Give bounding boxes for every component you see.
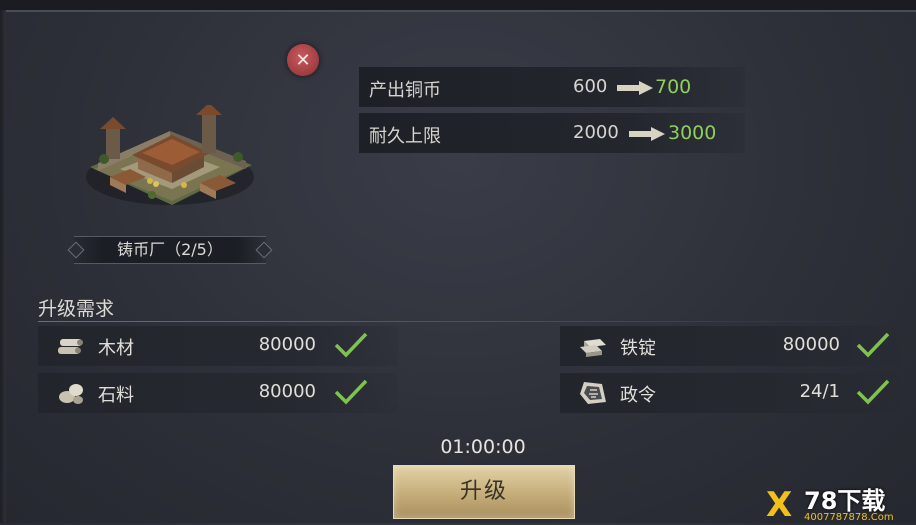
requirement-amount: 80000 — [782, 334, 840, 355]
building-name-label: 铸币厂（2/5） — [74, 236, 266, 264]
mint-building-icon — [86, 105, 254, 205]
divider — [38, 321, 878, 322]
requirement-stone: 石料 80000 — [38, 373, 398, 413]
requirement-amount: 80000 — [258, 334, 316, 355]
watermark-title: 78下载 — [804, 487, 886, 515]
decree-icon — [580, 382, 606, 404]
requirement-wood: 木材 80000 — [38, 326, 398, 366]
arrow-right-icon — [617, 81, 653, 95]
stat-row-durability-cap: 耐久上限 2000 3000 — [359, 113, 745, 153]
requirement-name: 木材 — [98, 338, 134, 359]
requirements-title: 升级需求 — [38, 298, 115, 320]
stat-old-value: 600 — [573, 76, 608, 97]
watermark-x: X — [766, 485, 793, 525]
arrow-right-icon — [629, 127, 665, 141]
stat-old-value: 2000 — [573, 122, 619, 143]
stat-label: 产出铜币 — [369, 80, 441, 101]
stat-new-value: 700 — [655, 76, 692, 98]
check-icon — [334, 332, 368, 358]
check-icon — [856, 332, 890, 358]
stat-row-copper-output: 产出铜币 600 700 — [359, 67, 745, 107]
check-icon — [334, 379, 368, 405]
requirement-name: 石料 — [98, 385, 134, 406]
close-icon: ✕ — [295, 49, 311, 71]
stat-new-value: 3000 — [668, 122, 717, 144]
requirement-amount: 80000 — [258, 381, 316, 402]
requirement-iron-ingot: 铁锭 80000 — [560, 326, 900, 366]
requirement-name: 铁锭 — [620, 338, 656, 359]
stat-label: 耐久上限 — [369, 126, 441, 147]
upgrade-button[interactable]: 升级 — [393, 465, 575, 519]
check-icon — [856, 379, 890, 405]
wood-icon — [58, 339, 83, 354]
upgrade-timer: 01:00:00 — [440, 436, 526, 458]
stone-icon — [59, 384, 83, 404]
upgrade-button-label: 升级 — [459, 479, 508, 504]
iron-ingot-icon — [580, 339, 606, 357]
watermark-logo: X 78下载 4007787878.Com — [766, 488, 916, 523]
top-frame — [0, 0, 916, 12]
watermark-sub: 4007787878.Com — [804, 512, 894, 523]
requirement-decree: 政令 24/1 — [560, 373, 900, 413]
requirement-amount: 24/1 — [799, 381, 840, 402]
requirement-name: 政令 — [620, 385, 656, 406]
close-button[interactable]: ✕ — [287, 44, 319, 76]
